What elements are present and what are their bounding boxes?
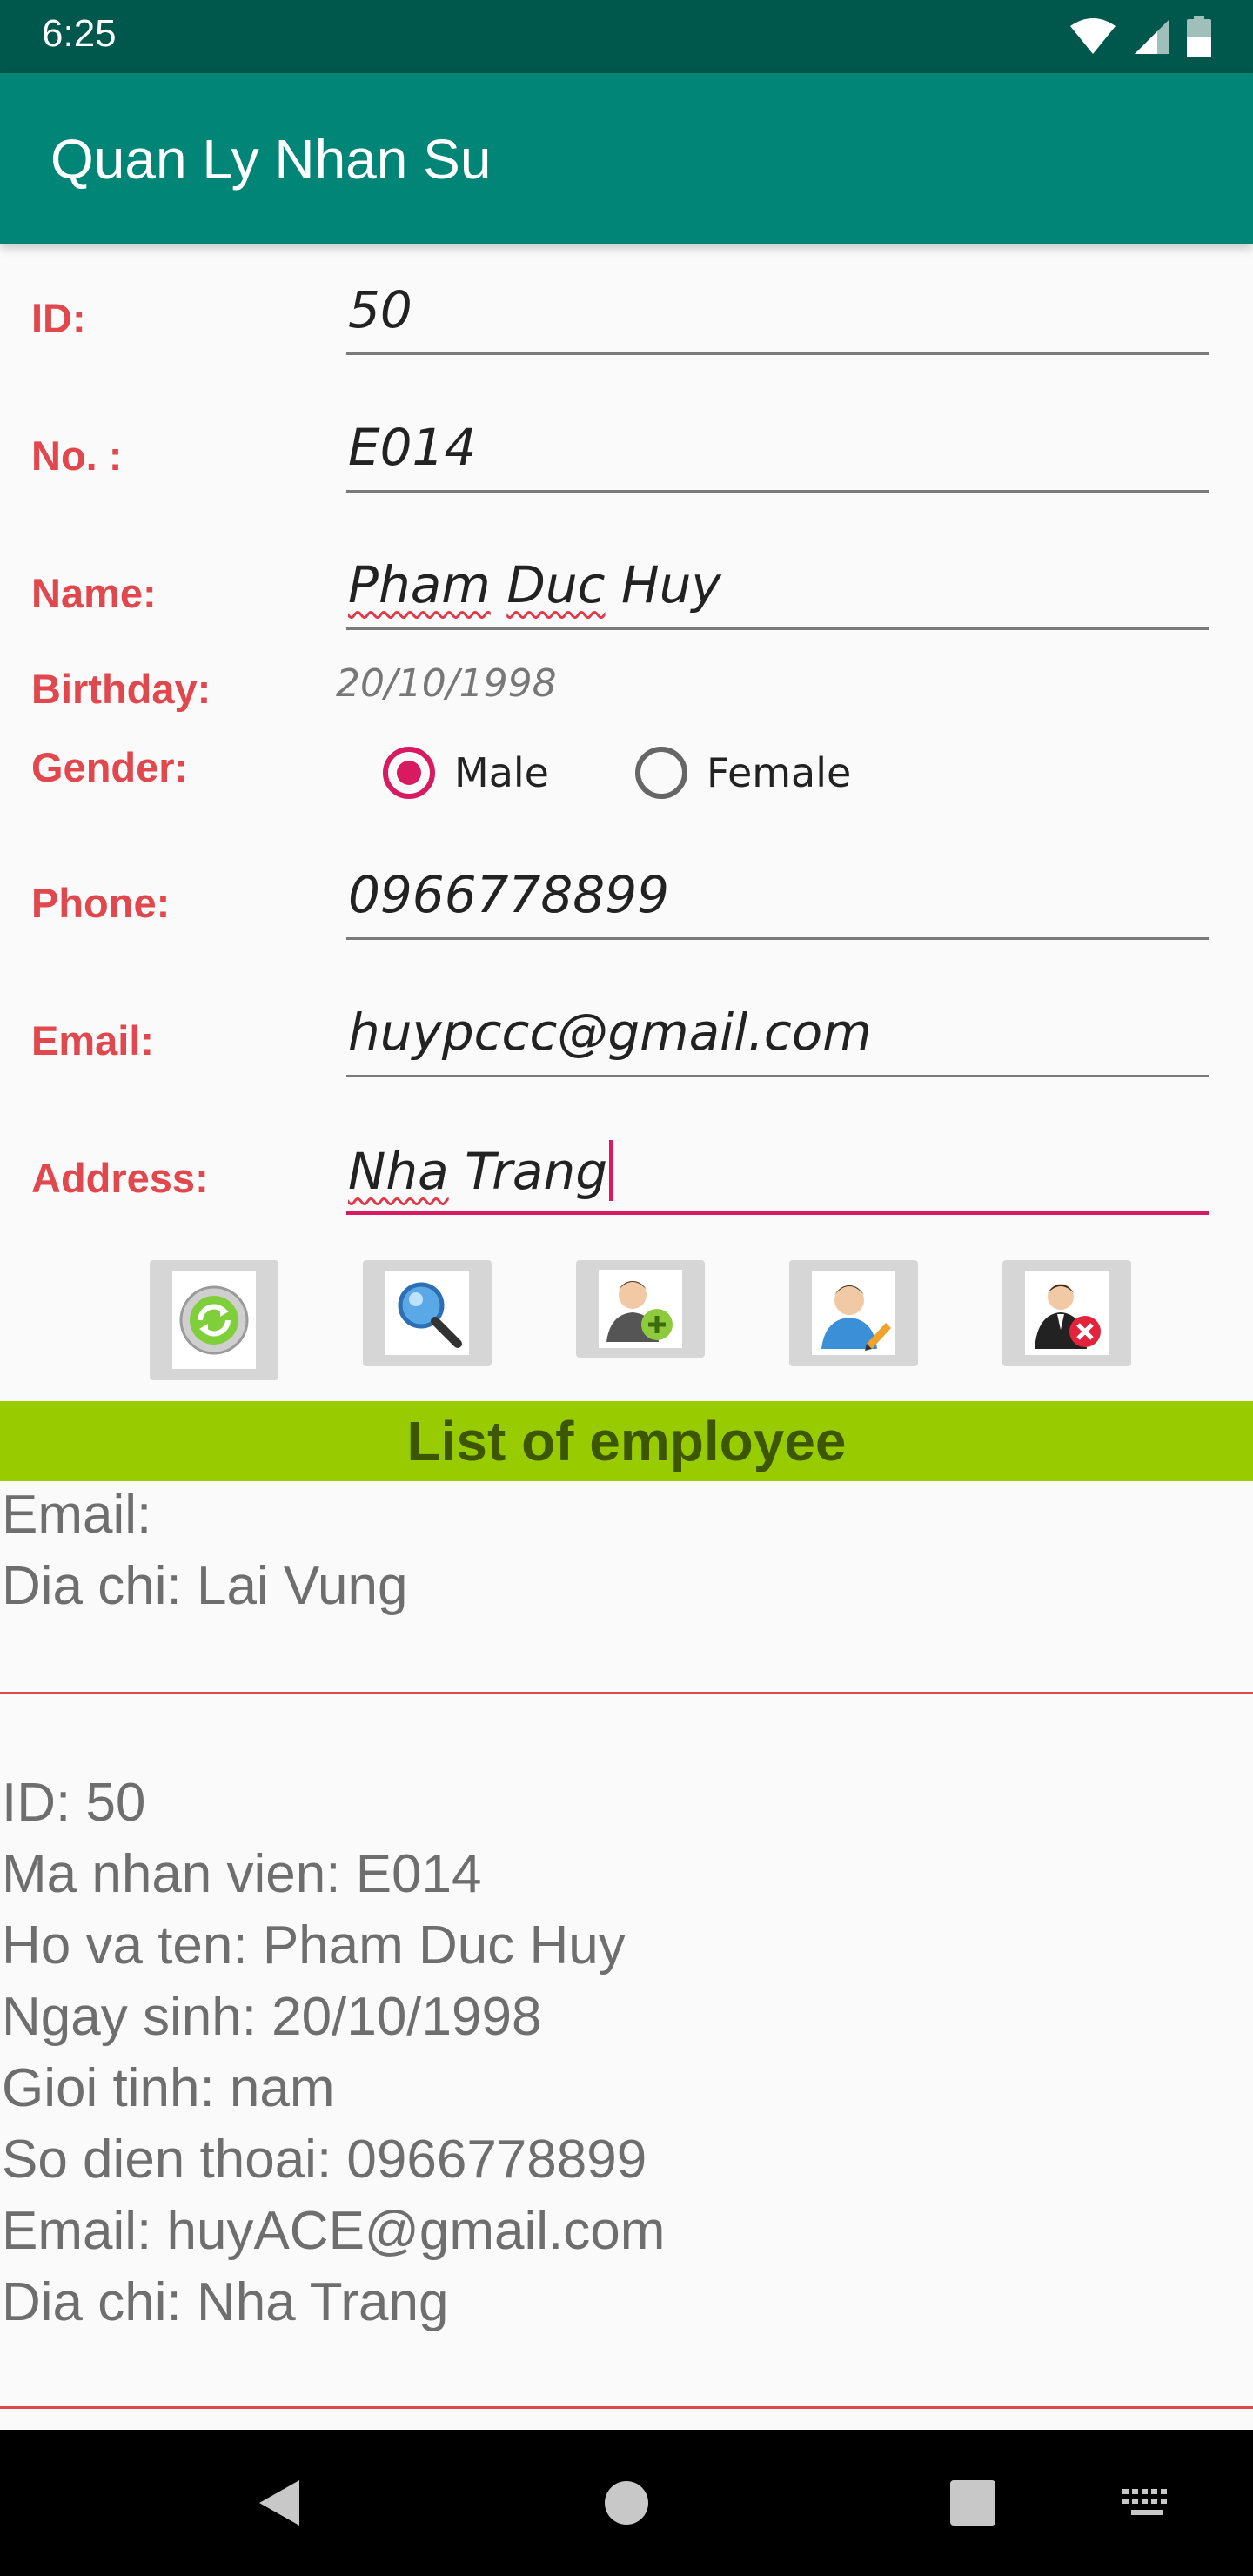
name-label: Name: <box>31 570 157 616</box>
record-birthday: Ngay sinh: 20/10/1998 <box>2 1987 542 2047</box>
email-value: huypccc@gmail.com <box>348 1003 872 1062</box>
delete-user-icon <box>1035 1284 1101 1349</box>
birthday-label: Birthday: <box>31 666 211 712</box>
status-icons <box>1069 16 1211 57</box>
id-label: ID: <box>31 295 86 341</box>
record-gender: Gioi tinh: nam <box>2 2058 335 2118</box>
delete-user-button[interactable] <box>1002 1260 1131 1366</box>
battery-icon <box>1187 16 1211 57</box>
phone-value: 0966778899 <box>348 865 670 924</box>
home-button[interactable] <box>539 2430 714 2576</box>
search-icon <box>398 1282 462 1348</box>
list-item[interactable]: ID: 50 Ma nhan vien: E014 Ho va ten: Pha… <box>0 1694 1253 2406</box>
app-bar: Quan Ly Nhan Su <box>0 73 1253 244</box>
gender-female-radio[interactable]: Female <box>635 747 851 799</box>
id-value: 50 <box>348 280 412 339</box>
list-header: List of employee <box>0 1401 1253 1481</box>
name-field[interactable]: Pham Duc Huy <box>346 552 1209 630</box>
email-field[interactable]: huypccc@gmail.com <box>346 999 1209 1077</box>
record-id: ID: 50 <box>2 1773 146 1833</box>
record-address: Dia chi: Lai Vung <box>2 1556 408 1616</box>
record-phone: So dien thoai: 0966778899 <box>2 2130 647 2190</box>
status-bar: 6:25 <box>0 0 1253 73</box>
record-code: Ma nhan vien: E014 <box>2 1844 482 1904</box>
status-time: 6:25 <box>42 12 117 55</box>
no-value: E014 <box>348 418 477 477</box>
gender-label: Gender: <box>31 744 189 790</box>
keyboard-icon <box>1122 2489 1167 2515</box>
address-field[interactable]: Nha Trang <box>346 1137 1209 1215</box>
text-cursor <box>609 1140 614 1201</box>
edit-user-button[interactable] <box>789 1260 918 1366</box>
no-field[interactable]: E014 <box>346 414 1209 493</box>
record-name: Ho va ten: Pham Duc Huy <box>2 1915 626 1976</box>
email-label: Email: <box>31 1017 155 1063</box>
name-word-2: Duc <box>506 555 606 614</box>
signal-icon <box>1135 19 1169 54</box>
list-item[interactable]: Email: Dia chi: Lai Vung <box>0 1481 1253 1692</box>
add-user-icon <box>606 1281 673 1342</box>
name-word-1: Pham <box>348 555 491 614</box>
add-user-button[interactable] <box>576 1260 705 1358</box>
employee-list[interactable]: Email: Dia chi: Lai Vung ID: 50 Ma nhan … <box>0 1481 1253 2430</box>
address-word-1: Nha <box>348 1142 449 1201</box>
no-label: No. : <box>31 433 123 479</box>
refresh-icon <box>179 1285 249 1355</box>
navigation-bar <box>0 2430 1253 2576</box>
gender-male-radio[interactable]: Male <box>383 747 549 799</box>
search-button[interactable] <box>363 1260 492 1366</box>
record-address: Dia chi: Nha Trang <box>2 2272 449 2332</box>
address-word-2: Trang <box>465 1142 608 1201</box>
list-divider <box>0 2406 1253 2409</box>
address-label: Address: <box>31 1155 209 1201</box>
birthday-value[interactable]: 20/10/1998 <box>336 661 557 706</box>
phone-field[interactable]: 0966778899 <box>346 862 1209 940</box>
record-email: Email: <box>2 1485 152 1545</box>
back-button[interactable] <box>191 2430 365 2576</box>
id-field[interactable]: 50 <box>346 277 1209 355</box>
app-title: Quan Ly Nhan Su <box>50 128 492 191</box>
recents-icon <box>950 2480 995 2526</box>
recents-button[interactable] <box>886 2430 1060 2576</box>
back-icon <box>259 2480 299 2526</box>
edit-user-icon <box>821 1285 891 1351</box>
refresh-button[interactable] <box>150 1260 278 1380</box>
wifi-icon <box>1070 18 1116 54</box>
name-word-3: Huy <box>620 555 721 614</box>
keyboard-button[interactable] <box>1060 2430 1234 2576</box>
home-icon <box>605 2481 648 2525</box>
gender-female-label: Female <box>707 749 852 796</box>
gender-male-label: Male <box>454 749 549 796</box>
radio-unchecked-icon <box>635 747 687 799</box>
phone-label: Phone: <box>31 880 171 926</box>
radio-checked-icon <box>383 747 435 799</box>
record-email: Email: huyACE@gmail.com <box>2 2201 666 2261</box>
